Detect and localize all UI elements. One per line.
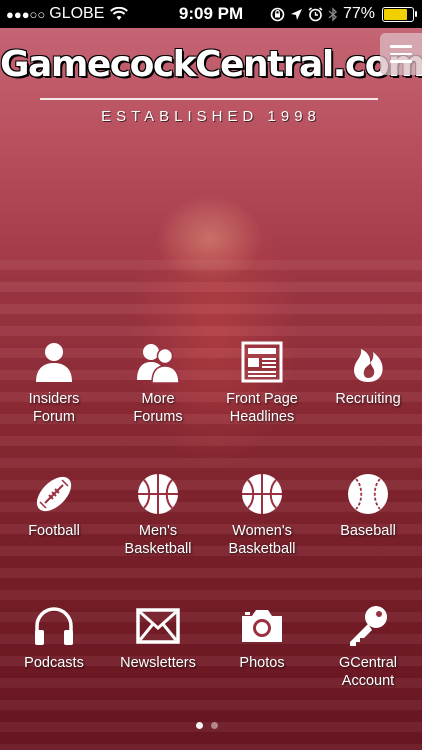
basketball-icon [138, 474, 178, 514]
tile-gcentral-account[interactable]: GCentral Account [315, 604, 421, 690]
orientation-lock-icon [270, 7, 285, 21]
flame-icon [354, 349, 383, 382]
battery-fill [384, 8, 408, 20]
baseball-icon [348, 474, 388, 514]
envelope-icon [136, 608, 180, 644]
tile-newsletters[interactable]: Newsletters [105, 604, 211, 672]
headphones-icon [35, 607, 73, 645]
basketball-icon [242, 474, 282, 514]
newspaper-icon [241, 341, 283, 383]
tile-label: Podcasts [24, 655, 84, 671]
hamburger-icon [390, 45, 412, 48]
logo-divider [40, 98, 378, 100]
tile-womens-basketball[interactable]: Women's Basketball [209, 472, 315, 558]
battery-icon [382, 6, 417, 22]
tile-label: Baseball [340, 523, 396, 539]
tile-label: Front Page Headlines [226, 391, 298, 425]
camera-icon [242, 610, 282, 642]
tile-front-page-headlines[interactable]: Front Page Headlines [209, 340, 315, 426]
tagline: ESTABLISHED 1998 [101, 108, 321, 125]
football-icon [36, 476, 72, 512]
tile-label: Newsletters [120, 655, 196, 671]
page-dot-active [196, 722, 203, 729]
tile-label: Recruiting [335, 391, 401, 407]
tile-more-forums[interactable]: More Forums [105, 340, 211, 426]
tile-mens-basketball[interactable]: Men's Basketball [105, 472, 211, 558]
key-icon [350, 606, 387, 646]
alarm-icon [308, 6, 323, 21]
menu-button[interactable] [380, 33, 422, 75]
person-icon [36, 343, 72, 382]
tile-label: Insiders Forum [28, 391, 80, 425]
page-dot [211, 722, 218, 729]
status-bar: ●●●○○ GLOBE 9:09 PM 77% [0, 0, 422, 28]
tile-label: More Forums [133, 391, 183, 425]
site-logo: GamecockCentral.com [0, 44, 422, 85]
tile-label: Men's Basketball [124, 523, 192, 557]
page-indicator[interactable] [196, 722, 218, 729]
tile-label: Football [28, 523, 80, 539]
tile-podcasts[interactable]: Podcasts [1, 604, 107, 672]
tile-label: Photos [239, 655, 285, 671]
battery-percent: 77% [342, 5, 375, 22]
people-icon [137, 344, 180, 384]
tile-baseball[interactable]: Baseball [315, 472, 421, 540]
tile-photos[interactable]: Photos [209, 604, 315, 672]
tile-football[interactable]: Football [1, 472, 107, 540]
tile-label: Women's Basketball [228, 523, 296, 557]
tile-label: GCentral Account [338, 655, 398, 689]
location-icon [290, 8, 302, 20]
tile-insiders-forum[interactable]: Insiders Forum [1, 340, 107, 426]
bluetooth-icon [328, 6, 337, 22]
tile-recruiting[interactable]: Recruiting [315, 340, 421, 408]
